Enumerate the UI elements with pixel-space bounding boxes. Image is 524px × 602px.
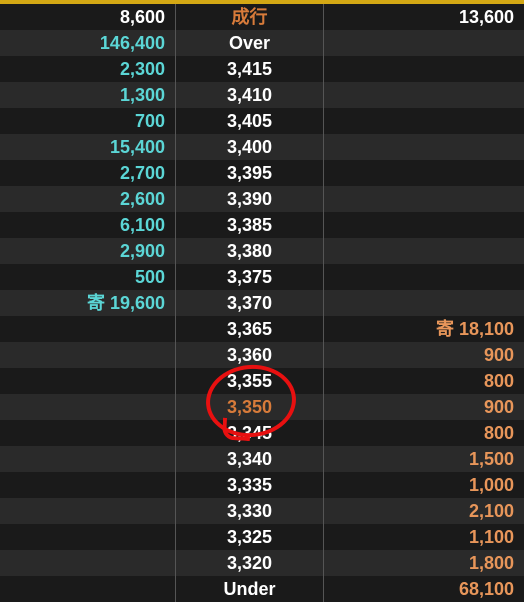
order-book-row[interactable]: 寄 19,6003,370 bbox=[0, 290, 524, 316]
order-book-row[interactable]: 3,360900 bbox=[0, 342, 524, 368]
buy-qty bbox=[324, 212, 524, 238]
price-level: 3,320 bbox=[176, 550, 324, 576]
price-level: 3,390 bbox=[176, 186, 324, 212]
buy-qty bbox=[324, 30, 524, 56]
sell-qty bbox=[0, 446, 176, 472]
order-book-row[interactable]: 3,3401,500 bbox=[0, 446, 524, 472]
sell-qty: 2,600 bbox=[0, 186, 176, 212]
price-level: 3,335 bbox=[176, 472, 324, 498]
sell-qty bbox=[0, 342, 176, 368]
sell-qty bbox=[0, 472, 176, 498]
sell-qty bbox=[0, 550, 176, 576]
buy-qty bbox=[324, 186, 524, 212]
buy-qty: 1,500 bbox=[324, 446, 524, 472]
order-book-row[interactable]: 3,3351,000 bbox=[0, 472, 524, 498]
order-book-row[interactable]: 6,1003,385 bbox=[0, 212, 524, 238]
order-book-row[interactable]: 1,3003,410 bbox=[0, 82, 524, 108]
buy-qty bbox=[324, 134, 524, 160]
order-book-row[interactable]: 2,7003,395 bbox=[0, 160, 524, 186]
order-book-row[interactable]: 3,365寄 18,100 bbox=[0, 316, 524, 342]
order-book-row[interactable]: 3,3251,100 bbox=[0, 524, 524, 550]
order-book-row[interactable]: 15,4003,400 bbox=[0, 134, 524, 160]
buy-qty bbox=[324, 82, 524, 108]
sell-qty: 500 bbox=[0, 264, 176, 290]
buy-qty bbox=[324, 238, 524, 264]
sell-qty bbox=[0, 368, 176, 394]
price-level: 3,340 bbox=[176, 446, 324, 472]
buy-qty: 1,000 bbox=[324, 472, 524, 498]
sell-qty bbox=[0, 498, 176, 524]
price-level: 3,380 bbox=[176, 238, 324, 264]
sell-qty: 2,300 bbox=[0, 56, 176, 82]
buy-qty bbox=[324, 56, 524, 82]
order-book-row[interactable]: 3,3302,100 bbox=[0, 498, 524, 524]
price-level: 3,410 bbox=[176, 82, 324, 108]
sell-qty: 146,400 bbox=[0, 30, 176, 56]
header-buy: 13,600 bbox=[324, 4, 524, 30]
price-level: 3,400 bbox=[176, 134, 324, 160]
header-sell: 8,600 bbox=[0, 4, 176, 30]
order-book-row[interactable]: 3,350900 bbox=[0, 394, 524, 420]
order-book-row[interactable]: Under68,100 bbox=[0, 576, 524, 602]
order-book-row[interactable]: 2,3003,415 bbox=[0, 56, 524, 82]
price-level: 3,415 bbox=[176, 56, 324, 82]
order-book-row[interactable]: 7003,405 bbox=[0, 108, 524, 134]
price-level: 3,345 bbox=[176, 420, 324, 446]
price-level: Under bbox=[176, 576, 324, 602]
price-level: 3,385 bbox=[176, 212, 324, 238]
buy-qty bbox=[324, 160, 524, 186]
price-level: 3,360 bbox=[176, 342, 324, 368]
price-level: 3,395 bbox=[176, 160, 324, 186]
sell-qty: 2,700 bbox=[0, 160, 176, 186]
order-book-row[interactable]: 3,3201,800 bbox=[0, 550, 524, 576]
price-level: 3,330 bbox=[176, 498, 324, 524]
sell-qty: 700 bbox=[0, 108, 176, 134]
order-book-row[interactable]: 146,400Over bbox=[0, 30, 524, 56]
sell-qty: 15,400 bbox=[0, 134, 176, 160]
buy-qty: 2,100 bbox=[324, 498, 524, 524]
buy-qty: 900 bbox=[324, 394, 524, 420]
order-book-row[interactable]: 3,355800 bbox=[0, 368, 524, 394]
order-book-row[interactable]: 3,345800 bbox=[0, 420, 524, 446]
buy-qty: 800 bbox=[324, 368, 524, 394]
order-book-row[interactable]: 2,6003,390 bbox=[0, 186, 524, 212]
sell-qty bbox=[0, 524, 176, 550]
price-level: 3,325 bbox=[176, 524, 324, 550]
price-level: Over bbox=[176, 30, 324, 56]
buy-qty bbox=[324, 108, 524, 134]
buy-qty: 寄 18,100 bbox=[324, 316, 524, 342]
buy-qty bbox=[324, 290, 524, 316]
buy-qty: 68,100 bbox=[324, 576, 524, 602]
sell-qty: 寄 19,600 bbox=[0, 290, 176, 316]
sell-qty bbox=[0, 316, 176, 342]
sell-qty: 2,900 bbox=[0, 238, 176, 264]
price-level: 3,405 bbox=[176, 108, 324, 134]
header-price-label: 成行 bbox=[176, 4, 324, 30]
buy-qty: 1,100 bbox=[324, 524, 524, 550]
buy-qty bbox=[324, 264, 524, 290]
order-book-row[interactable]: 2,9003,380 bbox=[0, 238, 524, 264]
header-row: 8,600 成行 13,600 bbox=[0, 4, 524, 30]
price-level: 3,375 bbox=[176, 264, 324, 290]
price-level: 3,365 bbox=[176, 316, 324, 342]
sell-qty: 1,300 bbox=[0, 82, 176, 108]
order-book-table: 8,600 成行 13,600 146,400Over2,3003,4151,3… bbox=[0, 4, 524, 602]
price-level: 3,370 bbox=[176, 290, 324, 316]
sell-qty bbox=[0, 576, 176, 602]
buy-qty: 800 bbox=[324, 420, 524, 446]
order-book-row[interactable]: 5003,375 bbox=[0, 264, 524, 290]
sell-qty bbox=[0, 394, 176, 420]
price-level: 3,355 bbox=[176, 368, 324, 394]
buy-qty: 1,800 bbox=[324, 550, 524, 576]
buy-qty: 900 bbox=[324, 342, 524, 368]
sell-qty: 6,100 bbox=[0, 212, 176, 238]
sell-qty bbox=[0, 420, 176, 446]
price-level: 3,350 bbox=[176, 394, 324, 420]
